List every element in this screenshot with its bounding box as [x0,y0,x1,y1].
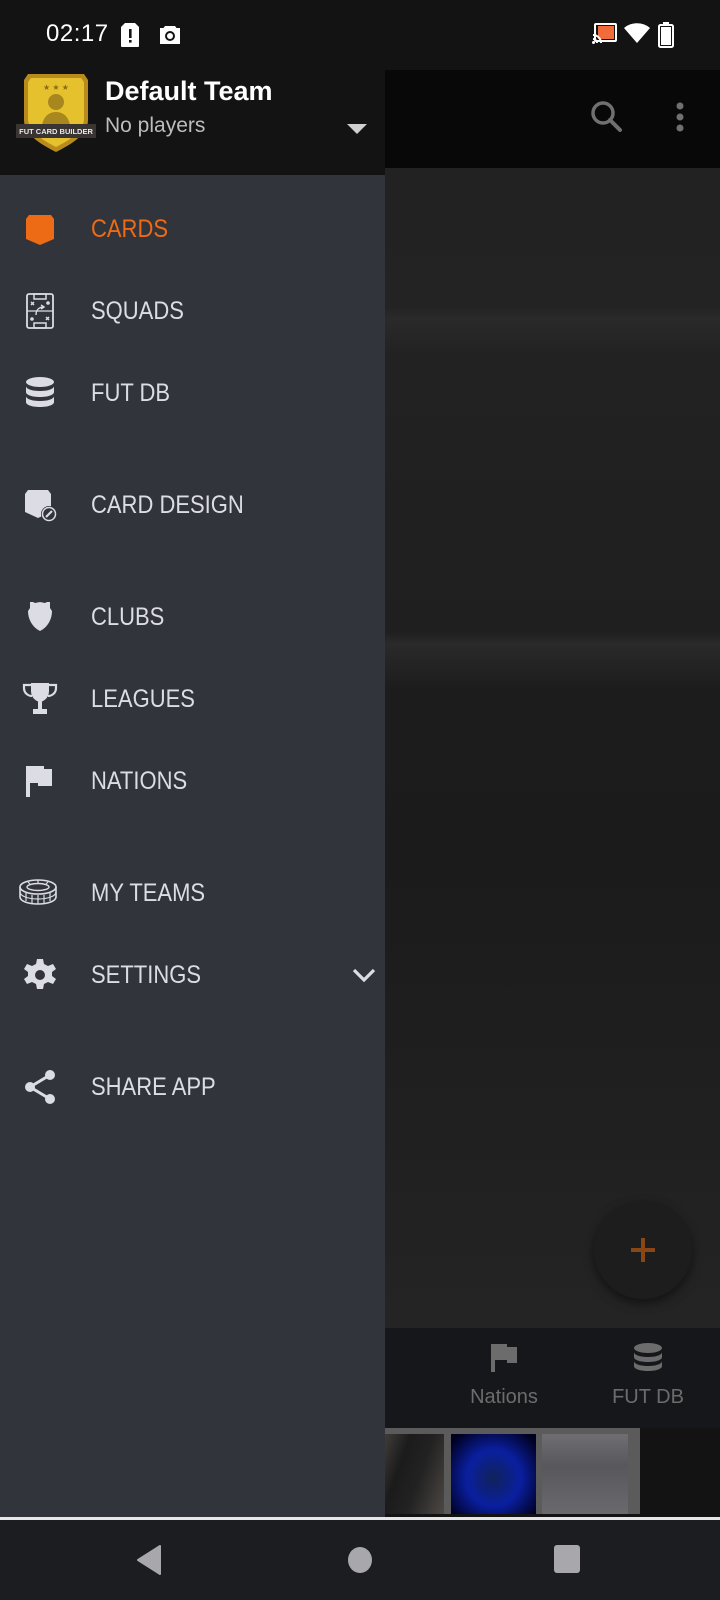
drawer-item-card-design[interactable]: CARD DESIGN [0,470,385,540]
shield-icon [28,602,52,631]
ad-images[interactable] [378,1428,640,1514]
system-nav-bar [0,1517,720,1600]
search-icon[interactable] [590,100,624,134]
drawer-item-label: NATIONS [91,766,188,795]
plus-icon [631,1238,655,1262]
drawer-item-label: MY TEAMS [91,878,206,907]
drawer-item-label: SHARE APP [91,1072,216,1101]
drawer-item-squads[interactable]: SQUADS [0,276,385,346]
ad-thumb-shorts[interactable] [542,1434,628,1514]
tactics-board-icon [26,293,54,329]
bottom-nav-fut-db[interactable]: FUT DB [578,1342,718,1409]
back-button[interactable] [136,1544,164,1576]
recents-button[interactable] [553,1544,581,1574]
drawer-item-label: SQUADS [91,296,184,325]
drawer-item-my-teams[interactable]: MY TEAMS [0,858,385,928]
stadium-icon [19,879,57,905]
status-bar: 02:17 [0,0,720,70]
wifi-icon [624,23,650,43]
drawer-item-settings[interactable]: SETTINGS [0,940,385,1010]
more-vert-icon[interactable] [674,100,686,136]
team-subtitle: No players [105,114,206,137]
status-time: 02:17 [46,20,109,47]
drawer-item-label: CARDS [91,214,169,243]
drawer-item-share-app[interactable]: SHARE APP [0,1052,385,1122]
drawer-item-label: SETTINGS [91,960,202,989]
bottom-nav-label: FUT DB [612,1386,684,1408]
drawer-item-clubs[interactable]: CLUBS [0,582,385,652]
drawer-header[interactable]: ★ ★ ★ FUT CARD BUILDER Default Team No p… [0,70,385,175]
ad-thumb-phone-case[interactable] [378,1434,444,1514]
bottom-nav-nations[interactable]: Nations [434,1342,574,1409]
drawer-item-nations[interactable]: NATIONS [0,746,385,816]
drawer-item-label: CARD DESIGN [91,490,244,519]
drawer-item-label: FUT DB [91,378,171,407]
flag-icon [26,766,52,797]
drawer-item-cards[interactable]: CARDS [0,194,385,264]
database-icon [634,1343,662,1371]
sim-alert-icon [121,23,139,47]
add-button[interactable] [594,1201,692,1299]
camera-icon [160,26,180,44]
drawer-item-fut-db[interactable]: FUT DB [0,358,385,428]
drawer-item-leagues[interactable]: LEAGUES [0,664,385,734]
share-icon [25,1070,55,1104]
chevron-down-icon[interactable] [352,967,376,983]
team-name: Default Team [105,76,273,106]
gear-icon [24,959,56,989]
drawer-item-label: CLUBS [91,602,165,631]
navigation-drawer: ★ ★ ★ FUT CARD BUILDER Default Team No p… [0,70,385,1517]
dropdown-arrow-icon[interactable] [345,122,369,136]
bottom-nav-label: Nations [470,1386,538,1408]
drawer-item-label: LEAGUES [91,684,195,713]
home-button[interactable] [347,1546,373,1574]
card-edit-icon [25,490,57,522]
cast-icon [592,23,617,44]
battery-icon [658,22,674,48]
badge-label: FUT CARD BUILDER [19,127,93,136]
trophy-icon [22,683,58,714]
database-icon [26,377,54,407]
ad-thumb-tshirt[interactable] [451,1434,536,1514]
team-badge-icon: ★ ★ ★ FUT CARD BUILDER [16,74,96,152]
svg-text:★ ★ ★: ★ ★ ★ [43,83,69,92]
card-icon [26,215,54,245]
flag-icon [491,1344,517,1372]
